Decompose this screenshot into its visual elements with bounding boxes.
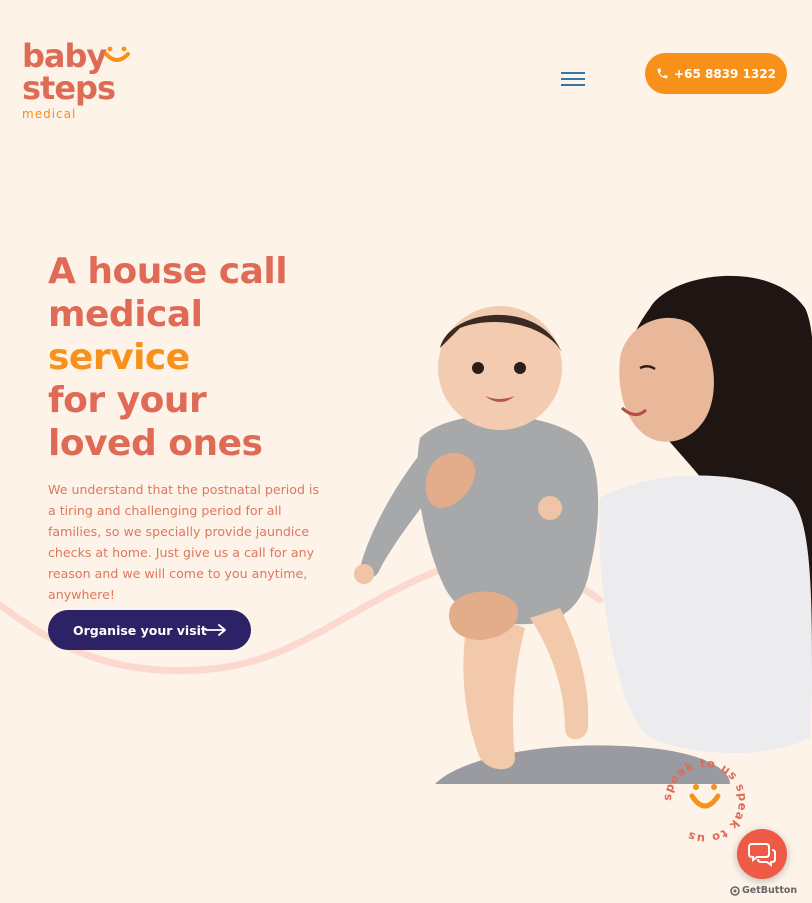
phone-call-button[interactable]: +65 8839 1322	[645, 53, 787, 94]
hero-heading-accent: service	[48, 337, 190, 378]
chat-widget-button[interactable]	[737, 829, 787, 879]
organise-visit-button[interactable]: Organise your visit	[48, 610, 251, 650]
menu-bar	[561, 78, 585, 80]
logo-word-baby: baby	[22, 37, 107, 75]
hero-heading-line: A house call	[48, 251, 288, 292]
hamburger-menu-icon[interactable]	[561, 70, 585, 88]
brand-logo[interactable]: baby steps medical	[22, 37, 130, 122]
mother-and-baby-photo	[354, 275, 812, 784]
arrow-right-icon	[205, 624, 226, 636]
phone-icon	[657, 68, 668, 79]
hero-heading: A house call medical service for your lo…	[48, 250, 388, 465]
hero-heading-line: medical	[48, 294, 203, 335]
chat-bubbles-icon	[748, 843, 776, 867]
menu-bar	[561, 72, 585, 74]
speak-to-us-badge[interactable]: speak to us speak to us	[660, 756, 750, 846]
page: baby steps medical +65 8839 1322 A house…	[0, 0, 812, 903]
hero-heading-line: loved ones	[48, 423, 263, 464]
smile-icon	[689, 784, 721, 809]
hero-description: We understand that the postnatal period …	[48, 482, 320, 602]
svg-text:speak to us speak to us: speak to us speak to us	[660, 756, 750, 846]
cta-label: Organise your visit	[73, 622, 207, 638]
menu-bar	[561, 84, 585, 86]
getbutton-logo-icon	[730, 885, 740, 896]
logo-word-medical: medical	[22, 107, 77, 121]
getbutton-credit-link[interactable]: GetButton	[730, 885, 797, 896]
speak-to-us-text: speak to us speak to us	[660, 756, 749, 846]
getbutton-label: GetButton	[742, 885, 798, 896]
logo-word-steps: steps	[22, 69, 116, 107]
phone-number: +65 8839 1322	[674, 66, 776, 81]
hero-heading-line: for your	[48, 380, 207, 421]
